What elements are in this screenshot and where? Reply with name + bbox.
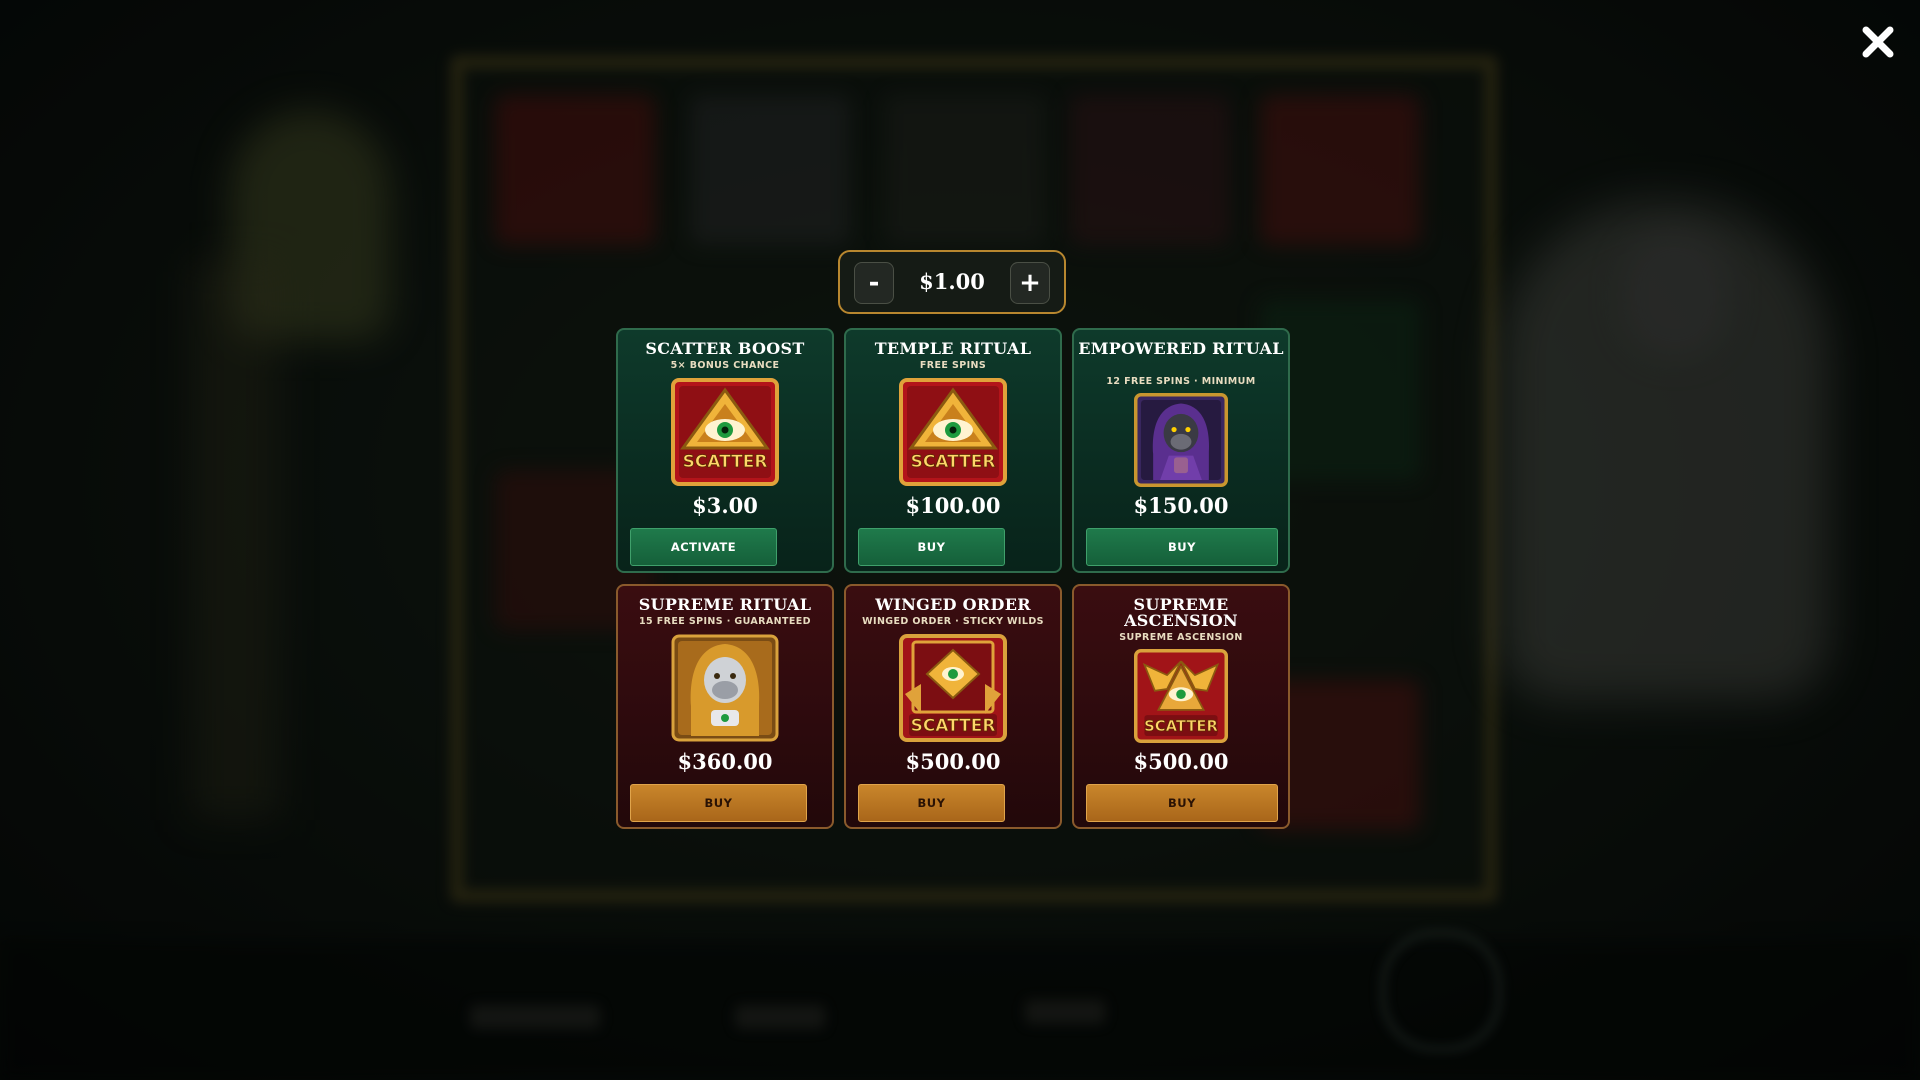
feature-card-scatter-boost: SCATTER BOOST 5× BONUS CHANCE SCATTER $3… [616, 328, 834, 573]
bet-decrease-button[interactable]: - [854, 262, 894, 304]
feature-card-supreme-ascension: SUPREME ASCENSION SUPREME ASCENSION SCAT… [1072, 584, 1290, 829]
card-subtitle: WINGED ORDER · STICKY WILDS [862, 616, 1044, 627]
scatter-eye-icon: SCATTER [899, 378, 1007, 486]
card-title: WINGED ORDER [875, 595, 1031, 614]
bet-increase-button[interactable]: + [1010, 262, 1050, 304]
close-button[interactable] [1858, 22, 1898, 62]
buy-button[interactable]: BUY [858, 784, 1005, 822]
golden-gorilla-icon [671, 634, 779, 742]
card-title: SUPREME RITUAL [638, 595, 812, 614]
card-title: SUPREME ASCENSION [1124, 595, 1238, 630]
winged-scatter-book-icon: SCATTER [899, 634, 1007, 742]
winged-scatter-icon: SCATTER [1134, 649, 1228, 743]
purple-gorilla-icon [1134, 393, 1228, 487]
scatter-eye-icon: SCATTER [671, 378, 779, 486]
buy-button[interactable]: BUY [858, 528, 1005, 566]
card-price: $3.00 [692, 493, 758, 518]
feature-card-supreme-ritual: SUPREME RITUAL 15 FREE SPINS · GUARANTEE… [616, 584, 834, 829]
card-title: SCATTER BOOST [645, 339, 805, 358]
buy-button[interactable]: BUY [1086, 784, 1278, 822]
svg-text:SCATTER: SCATTER [911, 452, 996, 472]
close-icon [1862, 26, 1894, 58]
buy-button[interactable]: BUY [1086, 528, 1278, 566]
card-title: TEMPLE RITUAL [874, 339, 1032, 358]
card-subtitle: SUPREME ASCENSION [1119, 632, 1243, 643]
card-price: $150.00 [1133, 493, 1229, 518]
bet-value: $1.00 [919, 269, 985, 294]
card-subtitle: 5× BONUS CHANCE [670, 360, 780, 371]
svg-text:SCATTER: SCATTER [911, 716, 996, 736]
card-subtitle: 15 FREE SPINS · GUARANTEED [639, 616, 811, 627]
card-price: $100.00 [905, 493, 1001, 518]
card-title: EMPOWERED RITUAL [1078, 339, 1284, 358]
svg-text:SCATTER: SCATTER [683, 452, 768, 472]
feature-card-temple-ritual: TEMPLE RITUAL FREE SPINS SCATTER $100.00… [844, 328, 1062, 573]
bet-stepper: - $1.00 + [838, 250, 1066, 314]
feature-card-empowered-ritual: EMPOWERED RITUAL 12 FREE SPINS · MINIMUM… [1072, 328, 1290, 573]
activate-button[interactable]: ACTIVATE [630, 528, 777, 566]
feature-card-winged-order: WINGED ORDER WINGED ORDER · STICKY WILDS… [844, 584, 1062, 829]
card-subtitle: FREE SPINS [919, 360, 987, 371]
card-subtitle: 12 FREE SPINS · MINIMUM [1106, 376, 1256, 387]
buy-button[interactable]: BUY [630, 784, 807, 822]
svg-text:SCATTER: SCATTER [1144, 718, 1218, 735]
card-price: $500.00 [1133, 749, 1229, 774]
card-price: $360.00 [677, 749, 773, 774]
card-price: $500.00 [905, 749, 1001, 774]
